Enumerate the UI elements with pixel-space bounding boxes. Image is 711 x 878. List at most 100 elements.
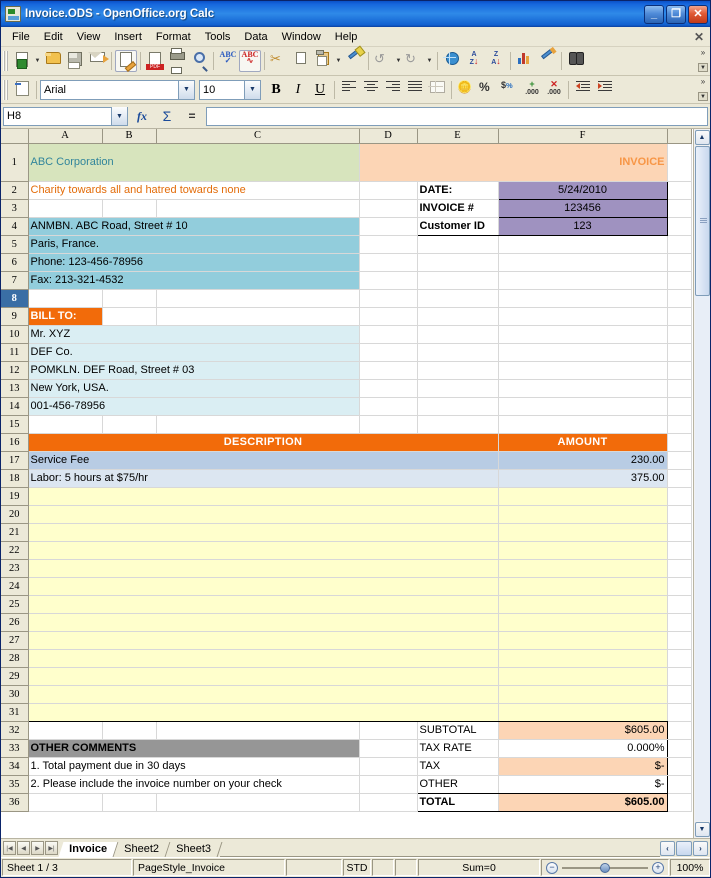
cell-empty-item-amount[interactable] — [497, 703, 668, 722]
cell-b3[interactable] — [102, 199, 157, 218]
menu-edit[interactable]: Edit — [37, 29, 70, 45]
row-header-28[interactable]: 28 — [1, 649, 29, 668]
row-header-31[interactable]: 31 — [1, 703, 29, 722]
cell-g2[interactable] — [667, 181, 692, 200]
cell-total-label[interactable]: TOTAL — [416, 793, 499, 812]
bold-button[interactable]: B — [265, 79, 287, 101]
cell-b9[interactable] — [102, 307, 157, 326]
cell-g29[interactable] — [667, 667, 692, 686]
cell-d4[interactable] — [359, 217, 418, 236]
row-header-36[interactable]: 36 — [1, 793, 29, 812]
cell-g18[interactable] — [667, 469, 692, 488]
add-decimal-place-icon[interactable]: + .000 — [521, 79, 543, 101]
zoom-slider-thumb[interactable] — [600, 862, 610, 873]
row-header-16[interactable]: 16 — [1, 433, 29, 452]
column-header-b[interactable]: B — [102, 129, 157, 144]
cell-bill-to-line-2[interactable]: DEF Co. — [28, 343, 360, 362]
cell-e13[interactable] — [417, 379, 499, 398]
cell-e8[interactable] — [417, 289, 499, 308]
toolbar-grip[interactable] — [3, 51, 8, 71]
menu-tools[interactable]: Tools — [198, 29, 238, 45]
cell-empty-item-row[interactable] — [28, 541, 499, 560]
cell-g5[interactable] — [667, 235, 692, 254]
cell-d12[interactable] — [359, 361, 418, 380]
cell-invoice-number-value[interactable]: 123456 — [497, 198, 668, 218]
cell-e7[interactable] — [417, 271, 499, 290]
column-header-g[interactable] — [667, 129, 692, 144]
cell-item-2-amount[interactable]: 375.00 — [497, 469, 668, 488]
print-icon[interactable] — [166, 50, 188, 72]
cell-empty-item-amount[interactable] — [497, 613, 668, 632]
minimize-button[interactable]: _ — [644, 4, 664, 24]
cell-e11[interactable] — [417, 343, 499, 362]
font-name-chevron-down-icon[interactable]: ▼ — [178, 80, 194, 99]
cell-empty-item-row[interactable] — [28, 703, 499, 722]
horizontal-scrollbar[interactable]: ‹ › — [660, 839, 710, 857]
cell-d13[interactable] — [359, 379, 418, 398]
cell-f7[interactable] — [498, 271, 668, 290]
cell-g1[interactable] — [667, 143, 692, 182]
cell-item-1-description[interactable]: Service Fee — [28, 451, 499, 470]
toolbar-expand-icon[interactable]: ▼ — [698, 92, 708, 101]
cell-g24[interactable] — [667, 577, 692, 596]
cell-g12[interactable] — [667, 361, 692, 380]
new-document-dropdown-icon[interactable]: ▼ — [33, 50, 42, 72]
cell-bill-to-label[interactable]: BILL TO: — [28, 307, 103, 326]
row-header-9[interactable]: 9 — [1, 307, 29, 326]
undo-icon[interactable]: ↺ — [372, 50, 394, 72]
cell-a8[interactable] — [28, 289, 103, 308]
cell-e5[interactable] — [417, 235, 499, 254]
cell-g21[interactable] — [667, 523, 692, 542]
cell-empty-item-amount[interactable] — [497, 667, 668, 686]
cell-empty-item-row[interactable] — [28, 559, 499, 578]
cell-g14[interactable] — [667, 397, 692, 416]
row-header-23[interactable]: 23 — [1, 559, 29, 578]
paste-icon[interactable] — [312, 50, 334, 72]
cell-subtotal-label[interactable]: SUBTOTAL — [416, 720, 499, 740]
function-wizard-icon[interactable]: fx — [131, 106, 153, 126]
cell-date-label[interactable]: DATE: — [416, 180, 499, 200]
cell-g19[interactable] — [667, 487, 692, 506]
cell-g36[interactable] — [667, 793, 692, 812]
cell-empty-item-row[interactable] — [28, 523, 499, 542]
cell-empty-item-amount[interactable] — [497, 487, 668, 506]
italic-button[interactable]: I — [287, 79, 309, 101]
cell-a32[interactable] — [28, 721, 103, 740]
vertical-scroll-track[interactable] — [694, 146, 710, 821]
cell-e12[interactable] — [417, 361, 499, 380]
align-left-icon[interactable] — [338, 79, 360, 101]
cell-g13[interactable] — [667, 379, 692, 398]
cell-d34[interactable] — [359, 757, 418, 776]
horizontal-scroll-thumb[interactable] — [676, 840, 692, 856]
scroll-down-icon[interactable]: ▼ — [694, 822, 710, 837]
cell-empty-item-row[interactable] — [28, 613, 499, 632]
row-header-27[interactable]: 27 — [1, 631, 29, 650]
redo-icon[interactable]: ↻ — [403, 50, 425, 72]
cell-bill-to-line-3[interactable]: POMKLN. DEF Road, Street # 03 — [28, 361, 360, 380]
zoom-in-icon[interactable]: + — [652, 861, 664, 874]
export-pdf-icon[interactable] — [144, 50, 166, 72]
menu-view[interactable]: View — [70, 29, 108, 45]
toolbar-overflow[interactable]: » ▼ — [697, 77, 709, 101]
cell-d10[interactable] — [359, 325, 418, 344]
cell-g35[interactable] — [667, 775, 692, 794]
cell-other-label[interactable]: OTHER — [416, 774, 499, 794]
cell-empty-item-amount[interactable] — [497, 649, 668, 668]
name-box-chevron-down-icon[interactable]: ▼ — [111, 107, 127, 125]
cell-customer-id-value[interactable]: 123 — [497, 216, 668, 236]
cell-g33[interactable] — [667, 739, 692, 758]
cell-g20[interactable] — [667, 505, 692, 524]
cell-g30[interactable] — [667, 685, 692, 704]
cell-address-line-2[interactable]: Paris, France. — [28, 235, 360, 254]
scroll-up-icon[interactable]: ▲ — [694, 130, 710, 145]
row-header-34[interactable]: 34 — [1, 757, 29, 776]
cell-d33[interactable] — [359, 739, 418, 758]
cell-g25[interactable] — [667, 595, 692, 614]
merge-cells-icon[interactable] — [426, 79, 448, 101]
row-header-30[interactable]: 30 — [1, 685, 29, 704]
cell-g27[interactable] — [667, 631, 692, 650]
cell-a3[interactable] — [28, 199, 103, 218]
align-justified-icon[interactable] — [404, 79, 426, 101]
cell-b8[interactable] — [102, 289, 157, 308]
menu-insert[interactable]: Insert — [107, 29, 149, 45]
